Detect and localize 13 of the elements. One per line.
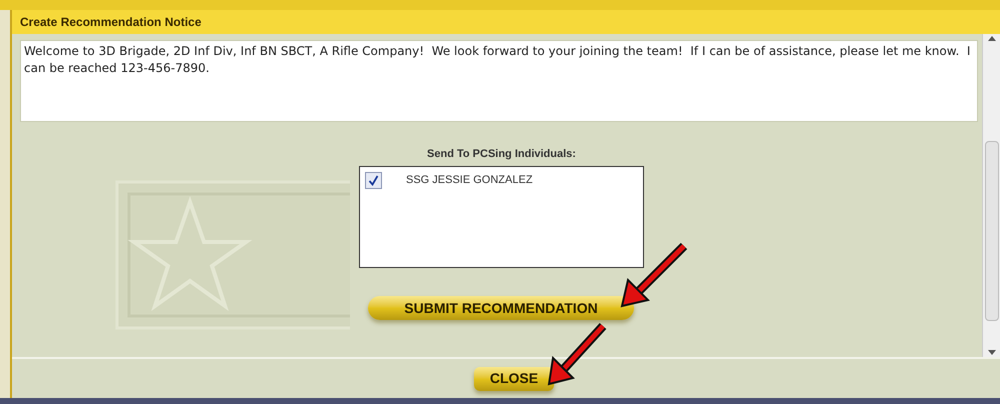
scroll-thumb[interactable]: [984, 140, 998, 320]
arrow-icon: [620, 242, 690, 308]
arrow-icon: [547, 322, 609, 386]
close-button[interactable]: CLOSE: [474, 366, 554, 390]
submit-button[interactable]: SUBMIT RECOMMENDATION: [368, 296, 634, 320]
scroll-down-icon[interactable]: [988, 350, 996, 355]
scrollbar[interactable]: [982, 34, 1000, 357]
recipient-name: SSG JESSIE GONZALEZ: [406, 172, 533, 188]
message-field[interactable]: Welcome to 3D Brigade, 2D Inf Div, Inf BN SBCT, A Rifle Company! We look forward to your joining the team! If I can be of assistance, please let me know. I can be reached 123-456-7890.: [20, 40, 978, 122]
scroll-up-icon[interactable]: [988, 36, 996, 41]
window-title: Create Recommendation Notice: [20, 14, 202, 31]
recipients-label: Send To PCSing Individuals:: [427, 147, 576, 162]
checkbox[interactable]: [365, 172, 382, 188]
